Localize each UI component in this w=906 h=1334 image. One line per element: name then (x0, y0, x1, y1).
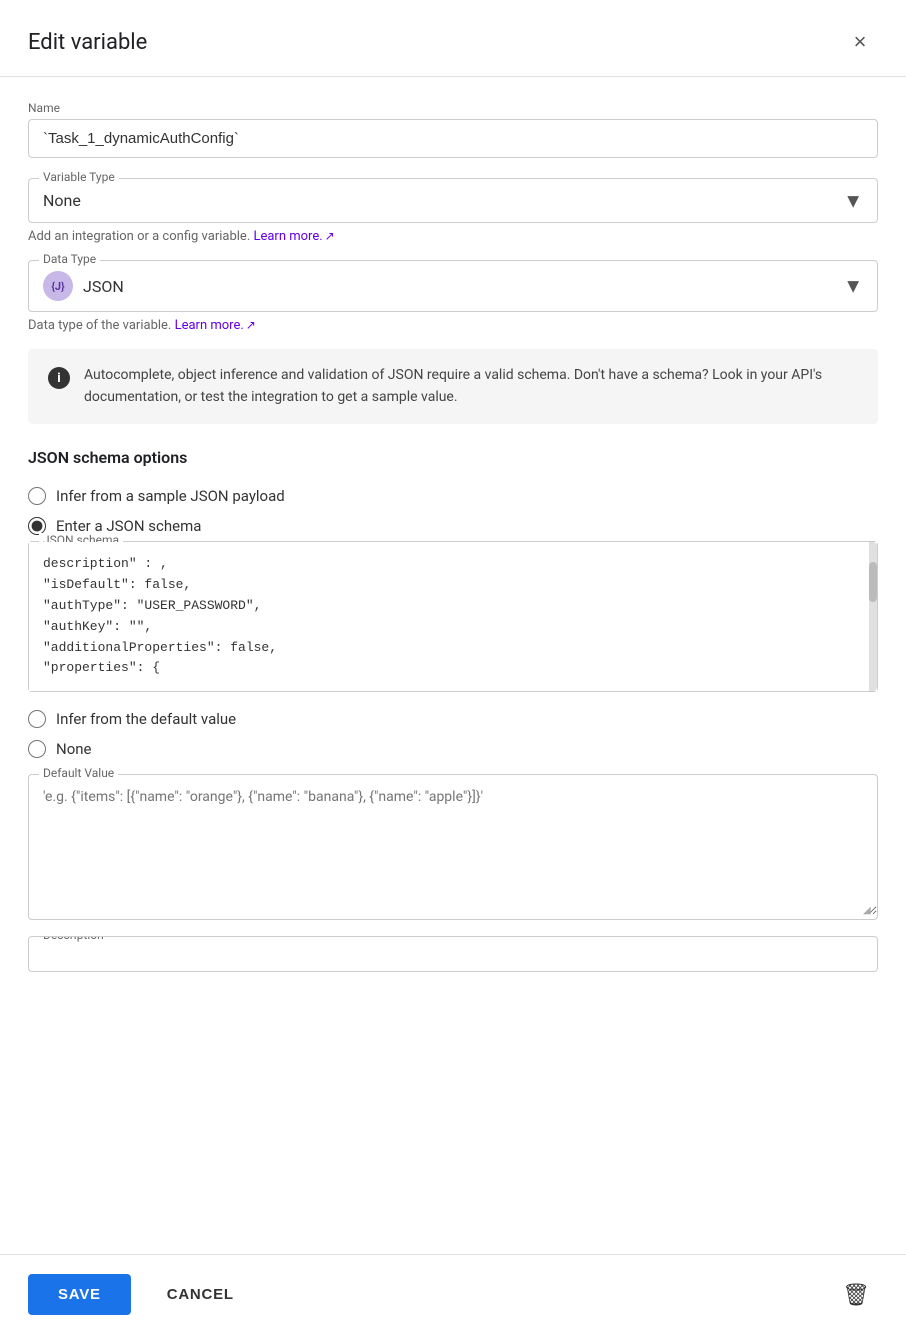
description-label: Description (39, 936, 108, 942)
external-link-icon: ↗ (325, 229, 335, 243)
dialog-content: Name Variable Type None ▼ Add an integra… (0, 77, 906, 996)
radio-infer-sample[interactable] (28, 487, 46, 505)
dialog-footer: SAVE CANCEL 🗑 (0, 1254, 906, 1334)
variable-type-learn-more-link[interactable]: Learn more.↗ (253, 229, 334, 244)
radio-none[interactable] (28, 740, 46, 758)
save-button[interactable]: SAVE (28, 1274, 131, 1315)
delete-icon: 🗑 (842, 1282, 870, 1307)
json-badge: {J} (43, 271, 73, 301)
data-type-label: Data Type (39, 252, 100, 266)
default-value-container: Default Value ◢ (28, 774, 878, 920)
close-button[interactable]: × (842, 24, 878, 60)
data-type-help-text: Data type of the variable. (28, 318, 175, 333)
json-schema-line-4: "authKey": "", (43, 617, 863, 638)
info-icon: i (48, 367, 70, 389)
name-input[interactable] (28, 119, 878, 158)
radio-infer-default[interactable] (28, 710, 46, 728)
variable-type-label: Variable Type (39, 170, 119, 184)
json-schema-line-1: description" : , (43, 554, 863, 575)
variable-type-field: Variable Type None ▼ (28, 178, 878, 223)
json-schema-container: JSON schema description" : , "isDefault"… (28, 541, 878, 692)
radio-infer-default-label: Infer from the default value (56, 710, 236, 728)
radio-infer-sample-label: Infer from a sample JSON payload (56, 487, 285, 505)
dialog-header: Edit variable × (0, 0, 906, 77)
delete-button[interactable]: 🗑 (834, 1274, 878, 1316)
data-type-row: {J} JSON (29, 261, 877, 311)
info-text: Autocomplete, object inference and valid… (84, 365, 858, 408)
description-field-partial: Description (28, 936, 878, 972)
radio-group: Infer from a sample JSON payload Enter a… (28, 481, 878, 764)
cancel-button[interactable]: CANCEL (147, 1274, 254, 1315)
name-label: Name (28, 101, 878, 115)
name-field-group: Name (28, 101, 878, 158)
variable-type-help: Add an integration or a config variable.… (28, 229, 878, 244)
resize-handle-icon: ◢ (863, 905, 875, 917)
json-schema-content[interactable]: description" : , "isDefault": false, "au… (29, 542, 877, 691)
info-box: i Autocomplete, object inference and val… (28, 349, 878, 424)
radio-option-infer-sample[interactable]: Infer from a sample JSON payload (28, 481, 878, 511)
json-schema-line-2: "isDefault": false, (43, 575, 863, 596)
json-schema-line-3: "authType": "USER_PASSWORD", (43, 596, 863, 617)
data-type-help: Data type of the variable. Learn more.↗ (28, 318, 878, 333)
data-type-value: JSON (83, 277, 124, 296)
default-value-label: Default Value (39, 766, 118, 780)
json-schema-options-title: JSON schema options (28, 448, 878, 467)
radio-none-label: None (56, 740, 92, 758)
external-link-icon-2: ↗ (246, 318, 256, 332)
radio-option-none[interactable]: None (28, 734, 878, 764)
variable-type-select[interactable]: None (29, 179, 877, 222)
json-schema-line-5: "additionalProperties": false, (43, 638, 863, 659)
json-schema-scrollbar-thumb (869, 562, 877, 602)
variable-type-help-text: Add an integration or a config variable. (28, 229, 253, 244)
radio-option-enter-schema[interactable]: Enter a JSON schema (28, 511, 878, 541)
radio-option-infer-default[interactable]: Infer from the default value (28, 704, 878, 734)
json-schema-line-6: "properties": { (43, 658, 863, 679)
data-type-field: Data Type {J} JSON ▼ (28, 260, 878, 312)
default-value-textarea[interactable] (29, 775, 877, 915)
dialog-title: Edit variable (28, 30, 147, 55)
data-type-learn-more-link[interactable]: Learn more.↗ (175, 318, 256, 333)
json-schema-scrollbar (869, 542, 877, 691)
